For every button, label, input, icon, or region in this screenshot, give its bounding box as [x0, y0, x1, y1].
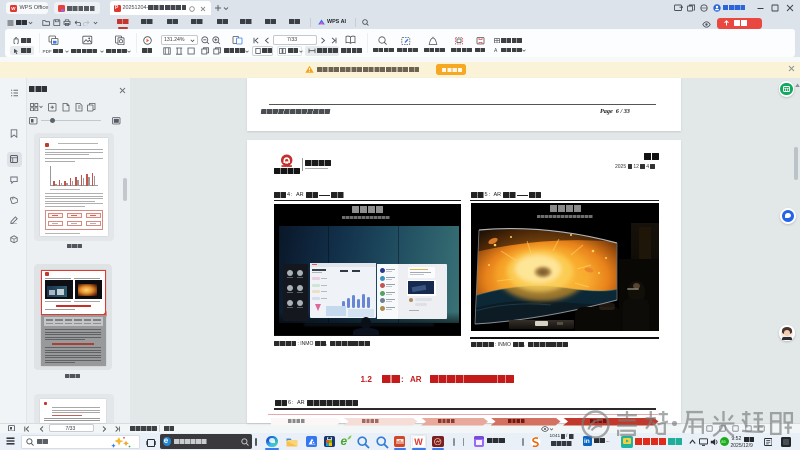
svg-text:A: A — [494, 48, 498, 53]
